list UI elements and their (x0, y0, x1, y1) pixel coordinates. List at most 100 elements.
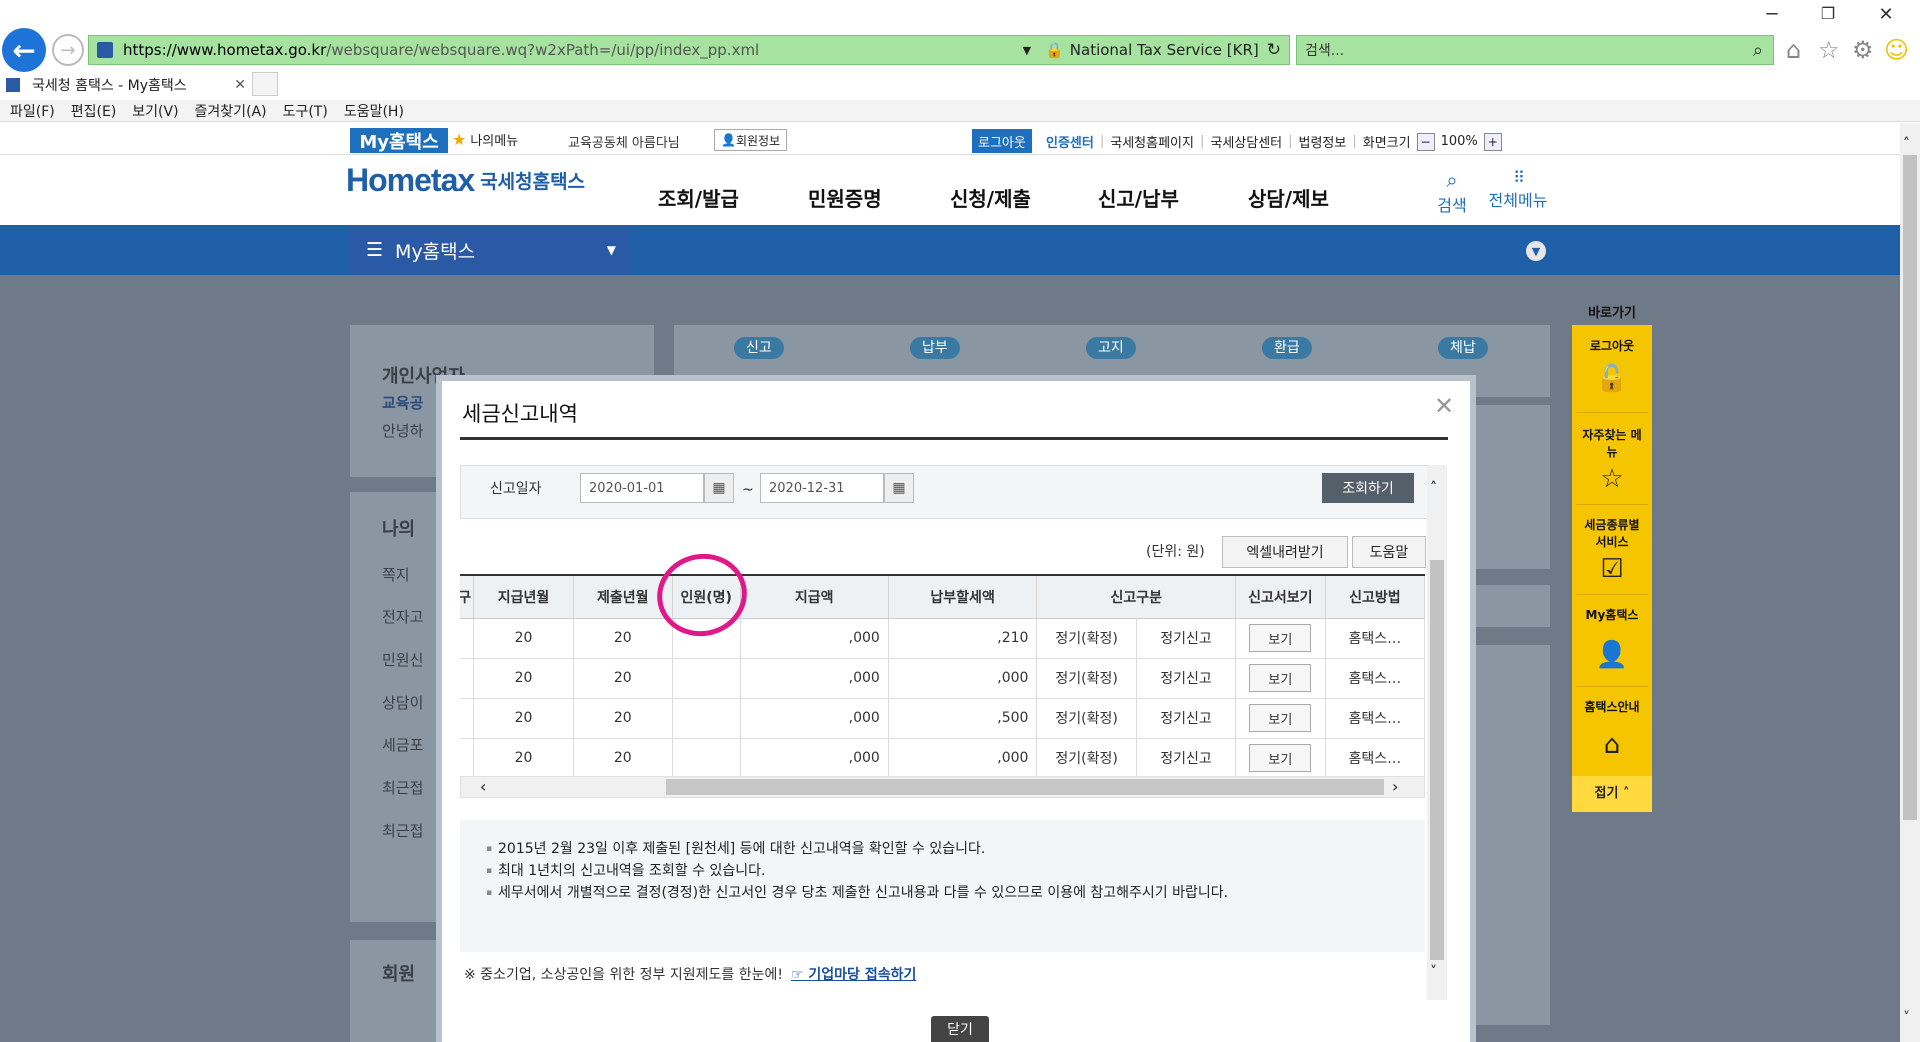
gnb-search-label: 검색 (1437, 196, 1467, 215)
menu-tools[interactable]: 도구(T) (283, 101, 328, 121)
quick-myhometax-label[interactable]: My홈택스 (1572, 606, 1652, 623)
cell-submit-ym: 20 (573, 698, 673, 739)
bg-right-card-2 (1476, 585, 1550, 627)
law-info-link[interactable]: 법령정보 (1299, 132, 1347, 151)
restore-icon[interactable]: ❐ (1808, 4, 1848, 23)
chevron-left-icon[interactable]: ‹ (480, 777, 486, 796)
nts-home-link[interactable]: 국세청홈페이지 (1110, 132, 1194, 151)
settings-gear-icon[interactable]: ⚙ (1852, 36, 1874, 64)
chevron-down-icon[interactable]: ˅ (1430, 964, 1437, 980)
excel-download-button[interactable]: 엑셀내려받기 (1222, 536, 1348, 568)
gnb-all-menu-button[interactable]: ⠿ 전체메뉴 (1488, 168, 1548, 211)
unlock-icon[interactable]: 🔓 (1595, 364, 1629, 394)
quick-guide-label[interactable]: 홈택스안내 (1572, 698, 1652, 715)
my-hometax-badge[interactable]: My홈택스 (350, 128, 448, 153)
consult-center-link[interactable]: 국세상담센터 (1210, 132, 1282, 151)
cell-amount: ,000 (740, 698, 889, 739)
home-icon[interactable]: ⌂ (1786, 36, 1801, 64)
address-bar[interactable]: https://www.hometax.go.kr/websquare/webs… (88, 35, 1290, 65)
site-favicon-icon (97, 42, 113, 58)
nav-civil-cert[interactable]: 민원증명 (808, 183, 882, 212)
cell (460, 698, 475, 739)
notice-item: 2015년 2월 23일 이후 제출된 [원천세] 등에 대한 신고내역을 확인… (486, 838, 1407, 860)
date-range-sep: ~ (742, 482, 754, 498)
query-button[interactable]: 조회하기 (1322, 473, 1414, 503)
quick-logout-label[interactable]: 로그아웃 (1572, 337, 1652, 354)
smiley-feedback-icon[interactable]: ☺ (1884, 36, 1909, 64)
scroll-down-icon[interactable]: ˅ (1903, 1010, 1910, 1026)
nav-apply-submit[interactable]: 신청/제출 (950, 183, 1031, 212)
favorites-star-icon[interactable]: ☆ (1818, 36, 1840, 64)
star-icon[interactable]: ☆ (1595, 464, 1629, 494)
cert-center-link[interactable]: 인증센터 (1046, 132, 1094, 151)
zoom-out-button[interactable]: − (1416, 132, 1435, 151)
col-header: 납부할세액 (888, 576, 1038, 619)
logout-button[interactable]: 로그아웃 (972, 129, 1032, 153)
browser-tab[interactable]: 국세청 홈택스 - My홈택스 ✕ (0, 72, 250, 98)
my-menu-link[interactable]: ★ 나의메뉴 (452, 130, 518, 149)
quick-favorites-label[interactable]: 자주찾는 메뉴 (1577, 426, 1647, 460)
browser-search-input[interactable]: 검색... ⌕ (1296, 35, 1774, 65)
close-window-icon[interactable]: ✕ (1866, 4, 1906, 25)
zoom-in-button[interactable]: + (1483, 132, 1502, 151)
table-hscrollbar-thumb[interactable] (666, 779, 1384, 795)
hometax-logo[interactable]: Hometax 국세청홈택스 (346, 162, 585, 199)
modal-scrollbar-thumb[interactable] (1430, 560, 1444, 960)
scroll-up-icon[interactable]: ˄ (1903, 136, 1910, 152)
minimize-icon[interactable]: ─ (1752, 4, 1792, 25)
divider (1576, 686, 1648, 687)
chevron-right-icon[interactable]: › (1392, 777, 1398, 796)
menu-view[interactable]: 보기(V) (132, 101, 178, 121)
cert-label[interactable]: National Tax Service [KR] (1070, 41, 1259, 59)
menu-edit[interactable]: 편집(E) (71, 101, 117, 121)
bg-member: 회원 (382, 964, 416, 985)
calendar-icon[interactable]: ▦ (704, 473, 734, 503)
help-button[interactable]: 도움말 (1352, 536, 1426, 568)
close-icon[interactable]: ✕ (1434, 392, 1454, 420)
nav-consult[interactable]: 상담/제보 (1248, 183, 1329, 212)
page-scrollbar-thumb[interactable] (1903, 155, 1917, 820)
chevron-down-icon[interactable]: ▼ (1526, 241, 1546, 261)
menu-help[interactable]: 도움말(H) (344, 101, 404, 121)
user-info-button[interactable]: 👤 회원정보 (714, 129, 788, 151)
lock-icon[interactable]: 🔒 (1045, 41, 1064, 59)
search-icon[interactable]: ⌕ (1753, 40, 1763, 61)
cell-view: 보기 (1235, 698, 1326, 739)
sub-nav-dropdown[interactable]: ☰ My홈택스 ▼ (350, 225, 630, 275)
home-icon[interactable]: ⌂ (1595, 730, 1629, 760)
menu-file[interactable]: 파일(F) (10, 101, 55, 121)
nav-inquiry[interactable]: 조회/발급 (658, 183, 739, 212)
bizinfo-link[interactable]: ☞ 기업마당 접속하기 (791, 967, 916, 983)
view-button[interactable]: 보기 (1249, 704, 1312, 732)
close-tab-icon[interactable]: ✕ (234, 77, 246, 93)
back-button[interactable]: ← (2, 28, 46, 72)
view-button[interactable]: 보기 (1249, 624, 1312, 652)
col-header: 지급년월 (473, 576, 574, 619)
view-button[interactable]: 보기 (1249, 744, 1312, 772)
url-domain: https://www.hometax.go.kr (123, 41, 327, 59)
bg-left-hello: 안녕하 (382, 422, 424, 440)
nav-report-pay[interactable]: 신고/납부 (1098, 183, 1179, 212)
new-tab-button[interactable] (252, 72, 278, 96)
browser-search-placeholder: 검색... (1305, 43, 1345, 59)
date-from-input[interactable]: 2020-01-01 (580, 473, 704, 503)
calendar-icon[interactable]: ▦ (884, 473, 914, 503)
date-to-input[interactable]: 2020-12-31 (760, 473, 884, 503)
address-dropdown-icon[interactable]: ▼ (1023, 44, 1031, 57)
forward-button[interactable]: → (52, 34, 84, 66)
notice-item: 최대 1년치의 신고내역을 조회할 수 있습니다. (486, 860, 1407, 882)
sub-nav-bar (0, 225, 1900, 275)
quick-tax-service-label[interactable]: 세금종류별 서비스 (1577, 516, 1647, 550)
chevron-up-icon[interactable]: ˄ (1430, 480, 1437, 496)
cell (460, 618, 475, 659)
person-icon[interactable]: 👤 (1595, 640, 1629, 670)
gnb-search-button[interactable]: ⌕ 검색 (1432, 168, 1472, 216)
bg-my-item: 세금포 (382, 736, 424, 754)
refresh-icon[interactable]: ↻ (1267, 40, 1281, 60)
bg-tab-refund: 환급 (1262, 337, 1312, 359)
menu-favorites[interactable]: 즐겨찾기(A) (195, 101, 267, 121)
view-button[interactable]: 보기 (1249, 664, 1312, 692)
check-icon[interactable]: ☑ (1595, 554, 1629, 584)
quick-collapse-button[interactable]: 접기 ˄ (1572, 776, 1652, 812)
modal-close-button[interactable]: 닫기 (931, 1016, 989, 1042)
